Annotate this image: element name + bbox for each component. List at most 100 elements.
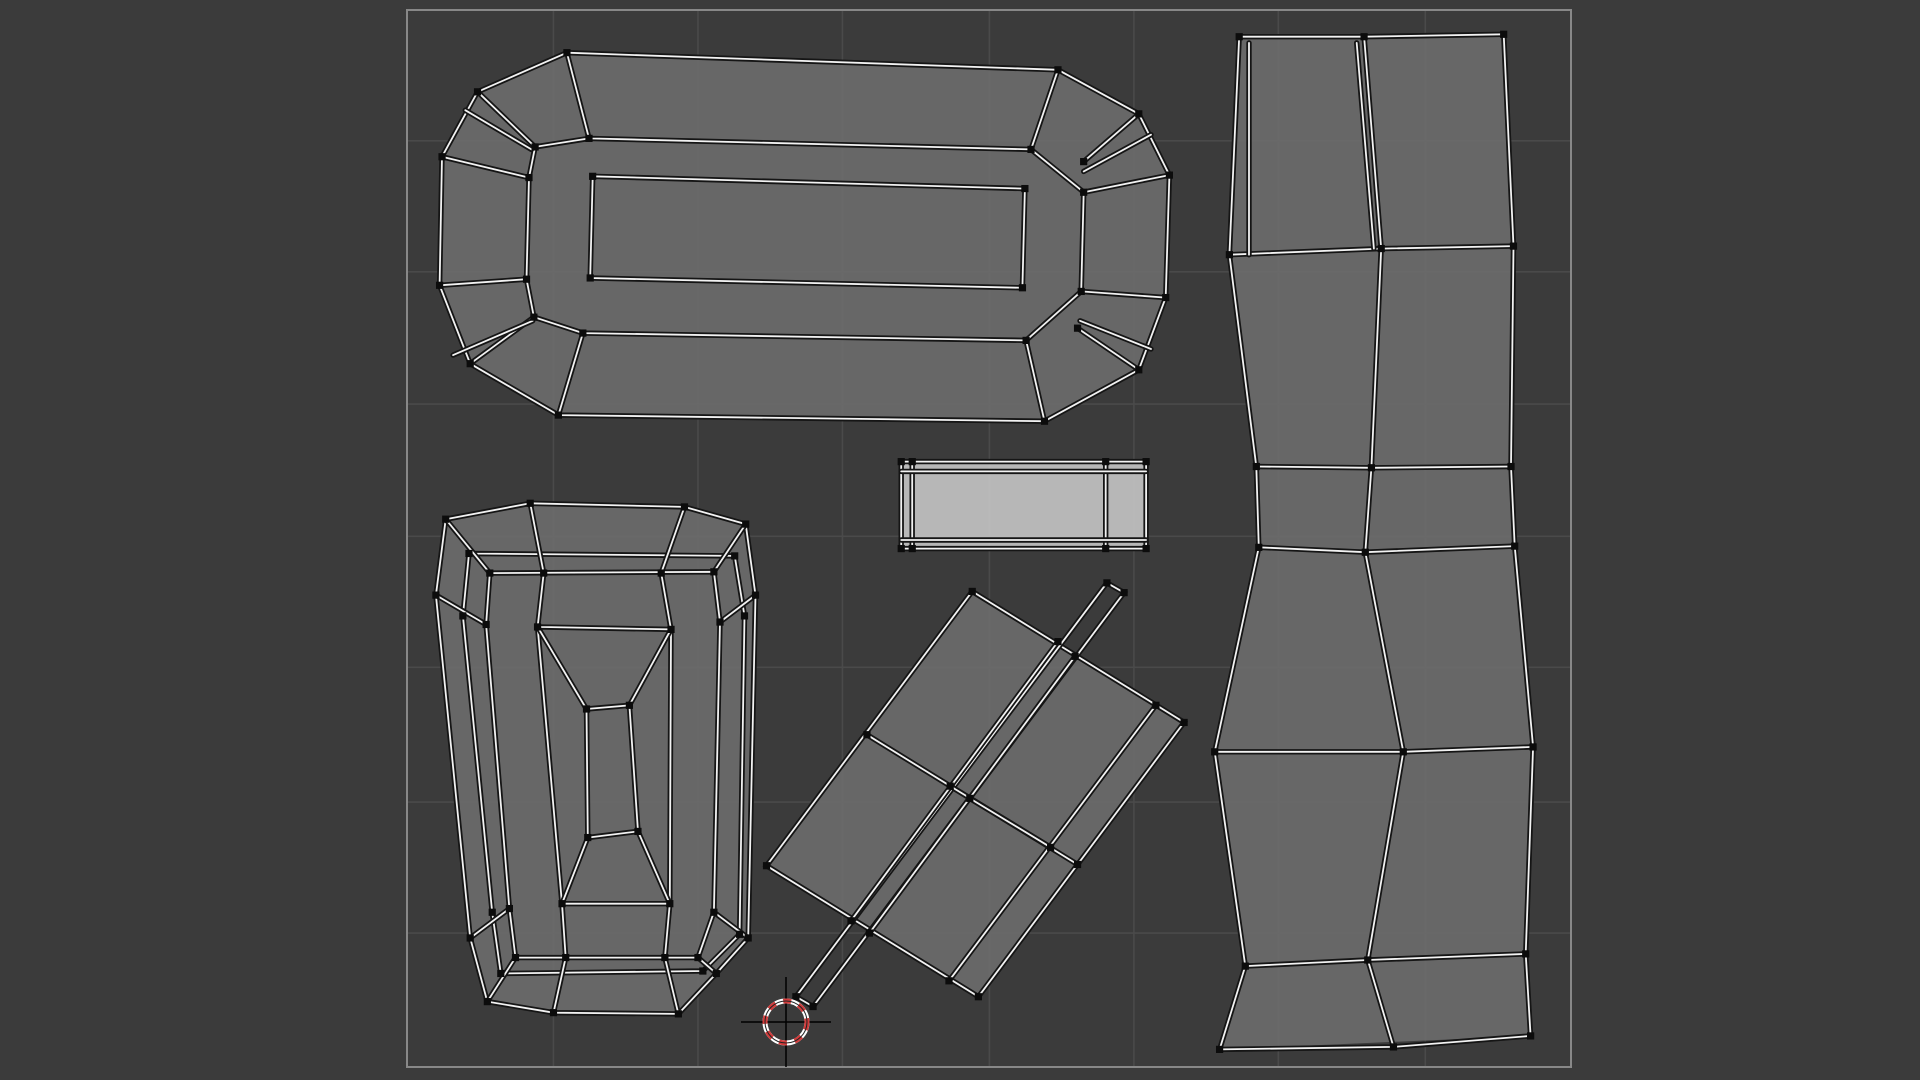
diagonal-cross-strip-vertex[interactable]: [974, 993, 982, 1001]
small-selected-strip-vertex[interactable]: [908, 544, 916, 553]
tapered-box-vertex[interactable]: [744, 934, 752, 942]
tall-vertical-strip-vertex[interactable]: [1509, 242, 1518, 250]
tall-vertical-strip-vertex[interactable]: [1522, 950, 1530, 958]
tapered-box-vertex[interactable]: [657, 569, 665, 577]
tall-vertical-strip-vertex[interactable]: [1377, 244, 1385, 253]
capsule-panel-vertex[interactable]: [1022, 336, 1030, 345]
capsule-panel-vertex[interactable]: [1018, 284, 1027, 292]
tapered-box-vertex[interactable]: [742, 520, 750, 528]
capsule-panel-vertex[interactable]: [473, 88, 482, 96]
capsule-panel-vertex[interactable]: [1040, 417, 1049, 425]
capsule-panel-vertex[interactable]: [554, 411, 562, 419]
capsule-panel-vertex[interactable]: [585, 134, 593, 142]
tall-vertical-strip-vertex[interactable]: [1361, 548, 1369, 556]
capsule-panel-vertex[interactable]: [531, 143, 539, 151]
tapered-box-vertex[interactable]: [526, 499, 534, 507]
diagonal-cross-strip-vertex[interactable]: [1047, 843, 1055, 851]
capsule-panel-vertex[interactable]: [1135, 366, 1143, 374]
diagonal-cross-strip-vertex[interactable]: [809, 1002, 817, 1011]
tall-vertical-strip-vertex[interactable]: [1389, 1043, 1398, 1051]
tall-vertical-strip-vertex[interactable]: [1215, 1045, 1224, 1053]
tapered-box-vertex[interactable]: [442, 515, 450, 523]
diagonal-cross-strip-vertex[interactable]: [946, 782, 954, 790]
capsule-panel-vertex[interactable]: [1027, 145, 1035, 153]
capsule-panel-vertex[interactable]: [586, 274, 594, 282]
diagonal-cross-strip-vertex[interactable]: [1073, 860, 1082, 869]
capsule-panel-vertex[interactable]: [525, 173, 533, 182]
capsule-panel-vertex[interactable]: [1135, 110, 1143, 118]
tall-vertical-strip-vertex[interactable]: [1507, 462, 1515, 471]
capsule-panel-vertex[interactable]: [1162, 293, 1170, 302]
diagonal-cross-strip-vertex[interactable]: [1152, 701, 1160, 709]
small-selected-strip-vertex[interactable]: [1142, 458, 1150, 466]
tapered-box-vertex[interactable]: [674, 1010, 682, 1018]
tall-vertical-strip-vertex[interactable]: [1529, 743, 1537, 751]
tapered-box-vertex[interactable]: [710, 568, 718, 576]
diagonal-cross-strip-vertex[interactable]: [847, 917, 855, 925]
tapered-box-vertex[interactable]: [582, 705, 591, 713]
diagonal-cross-strip-vertex[interactable]: [966, 794, 974, 802]
tapered-box-vertex[interactable]: [625, 701, 633, 709]
diagonal-cross-strip-vertex[interactable]: [865, 929, 873, 937]
tapered-box-vertex[interactable]: [549, 1009, 558, 1017]
capsule-panel-vertex[interactable]: [563, 49, 571, 57]
tapered-box-vertex[interactable]: [558, 900, 566, 908]
tall-vertical-strip-vertex[interactable]: [1360, 33, 1368, 41]
tall-vertical-strip-vertex[interactable]: [1399, 748, 1407, 756]
tapered-box-vertex[interactable]: [540, 569, 548, 577]
diagonal-cross-strip-vertex[interactable]: [1120, 589, 1128, 597]
diagonal-cross-strip-vertex[interactable]: [945, 977, 953, 985]
tapered-box-vertex[interactable]: [667, 625, 675, 633]
tapered-box-vertex[interactable]: [465, 549, 473, 558]
capsule-panel-vertex[interactable]: [530, 313, 538, 321]
tall-vertical-strip-vertex[interactable]: [1255, 543, 1263, 551]
capsule-panel-vertex[interactable]: [435, 281, 444, 289]
tall-vertical-strip-vertex[interactable]: [1367, 464, 1376, 472]
capsule-panel-vertex[interactable]: [589, 172, 597, 180]
small-selected-strip-vertex[interactable]: [1102, 544, 1110, 553]
small-selected-strip-face[interactable]: [901, 461, 1147, 549]
tall-vertical-strip-vertex[interactable]: [1211, 748, 1219, 756]
capsule-panel-vertex[interactable]: [1080, 188, 1088, 196]
uv-editor-viewport[interactable]: [0, 0, 1920, 1080]
diagonal-cross-strip-vertex[interactable]: [1180, 718, 1188, 727]
small-selected-strip-vertex[interactable]: [1142, 544, 1150, 553]
diagonal-cross-strip-vertex[interactable]: [762, 862, 771, 870]
diagonal-cross-strip-vertex[interactable]: [792, 993, 800, 1001]
tapered-box-vertex[interactable]: [482, 620, 490, 629]
tapered-box-vertex[interactable]: [483, 998, 491, 1006]
small-selected-strip-vertex[interactable]: [897, 458, 905, 466]
tapered-box-vertex[interactable]: [716, 618, 724, 626]
tapered-box-vertex[interactable]: [680, 503, 689, 511]
tapered-box-vertex[interactable]: [710, 908, 718, 916]
tapered-box-vertex[interactable]: [699, 967, 707, 975]
tall-vertical-strip-vertex[interactable]: [1511, 542, 1519, 550]
tapered-box-vertex[interactable]: [740, 612, 749, 620]
tall-vertical-strip-vertex[interactable]: [1225, 251, 1233, 259]
tapered-box-vertex[interactable]: [634, 827, 642, 836]
tapered-box-vertex[interactable]: [562, 953, 570, 962]
tapered-box-vertex[interactable]: [661, 953, 669, 962]
capsule-panel-vertex[interactable]: [1054, 66, 1062, 74]
tapered-box-vertex[interactable]: [735, 930, 744, 938]
tapered-box-vertex[interactable]: [694, 953, 702, 962]
tall-vertical-strip-vertex[interactable]: [1527, 1032, 1535, 1040]
capsule-panel-vertex[interactable]: [1165, 171, 1173, 179]
diagonal-cross-strip-vertex[interactable]: [863, 731, 871, 739]
tapered-box-vertex[interactable]: [432, 591, 440, 599]
tapered-box-vertex[interactable]: [505, 904, 513, 913]
capsule-panel-vertex[interactable]: [1077, 287, 1085, 296]
tapered-box-vertex[interactable]: [584, 833, 592, 842]
tapered-box-vertex[interactable]: [486, 569, 494, 577]
capsule-panel-face[interactable]: [439, 52, 1170, 422]
diagonal-cross-strip-vertex[interactable]: [1071, 652, 1079, 660]
tapered-box-vertex[interactable]: [466, 934, 474, 942]
capsule-panel-vertex[interactable]: [438, 153, 446, 161]
uv-canvas[interactable]: [0, 0, 1920, 1080]
tall-vertical-strip-vertex[interactable]: [1241, 962, 1249, 970]
small-selected-strip-vertex[interactable]: [908, 458, 916, 466]
small-selected-strip-vertex[interactable]: [1102, 458, 1110, 466]
small-selected-strip-vertex[interactable]: [897, 544, 905, 553]
diagonal-cross-strip-vertex[interactable]: [1054, 638, 1062, 646]
diagonal-cross-strip-vertex[interactable]: [968, 587, 976, 596]
